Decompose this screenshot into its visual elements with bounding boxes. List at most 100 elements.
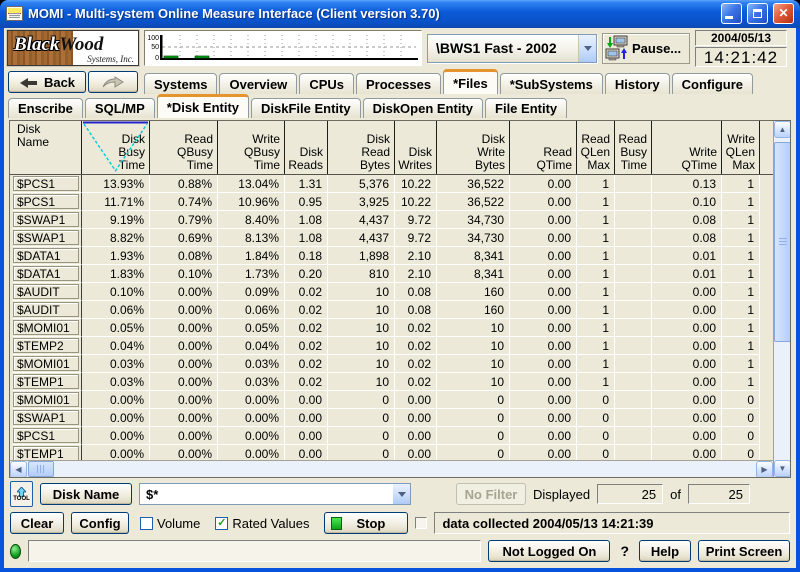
- tab-configure[interactable]: Configure: [672, 73, 753, 94]
- subtab-disk-entity[interactable]: *Disk Entity: [157, 94, 249, 118]
- table-cell: 0.08: [652, 211, 722, 229]
- stop-button[interactable]: Stop: [324, 512, 408, 534]
- column-header-read-qtime[interactable]: ReadQTime: [510, 121, 577, 174]
- table-row[interactable]: $DATA11.93%0.08%1.84%0.181,8982.108,3410…: [13, 247, 773, 265]
- column-select-button[interactable]: Disk Name: [40, 483, 132, 505]
- table-row[interactable]: $AUDIT0.06%0.00%0.06%0.02100.081600.0010…: [13, 301, 773, 319]
- scroll-up-button[interactable]: ▲: [774, 121, 791, 138]
- tab-history[interactable]: History: [605, 73, 670, 94]
- rated-values-checkbox[interactable]: ✓: [215, 517, 228, 530]
- maximize-button[interactable]: [747, 3, 768, 24]
- sub-tab-bar: EnscribeSQL/MP*Disk EntityDiskFile Entit…: [4, 94, 796, 118]
- forward-button[interactable]: [88, 71, 138, 93]
- table-row[interactable]: $SWAP19.19%0.79%8.40%1.084,4379.7234,730…: [13, 211, 773, 229]
- table-row[interactable]: $AUDIT0.10%0.00%0.09%0.02100.081600.0010…: [13, 283, 773, 301]
- horizontal-scroll-track[interactable]: [54, 461, 756, 477]
- clear-button[interactable]: Clear: [10, 512, 64, 534]
- table-cell: 0: [328, 391, 395, 409]
- volume-checkbox[interactable]: [140, 517, 153, 530]
- subtab-diskopen-entity[interactable]: DiskOpen Entity: [363, 98, 483, 118]
- print-screen-button[interactable]: Print Screen: [698, 540, 790, 562]
- column-header-disk-reads[interactable]: DiskReads: [285, 121, 328, 174]
- tab-processes[interactable]: Processes: [356, 73, 441, 94]
- column-header-write-qlen-max[interactable]: WriteQLenMax: [722, 121, 760, 174]
- table-row[interactable]: $MOMI010.05%0.00%0.05%0.02100.02100.0010…: [13, 319, 773, 337]
- status-checkbox[interactable]: [415, 517, 427, 529]
- filter-combo-arrow[interactable]: [393, 484, 410, 504]
- column-header-write-qtime[interactable]: WriteQTime: [652, 121, 722, 174]
- table-cell: 0.00: [652, 319, 722, 337]
- table-cell: 0.00: [395, 445, 437, 460]
- svg-text:50: 50: [151, 44, 159, 51]
- scroll-right-button[interactable]: ▶: [756, 461, 773, 477]
- column-header-disk-name[interactable]: DiskName: [13, 121, 82, 174]
- table-cell: 0.00: [510, 337, 577, 355]
- not-logged-on-button[interactable]: Not Logged On: [488, 540, 610, 562]
- scroll-down-button[interactable]: ▼: [774, 460, 791, 477]
- system-select-arrow[interactable]: [579, 35, 596, 62]
- close-button[interactable]: ✕: [773, 3, 794, 24]
- horizontal-scrollbar[interactable]: ◀ ▶: [10, 460, 773, 477]
- tool-button[interactable]: TOOL: [10, 481, 33, 507]
- column-header-read-qbusy-time[interactable]: ReadQBusyTime: [150, 121, 218, 174]
- system-select-value: \BWS1 Fast - 2002: [428, 35, 579, 62]
- table-cell: 0.02: [285, 319, 328, 337]
- table-row[interactable]: $TEMP10.03%0.00%0.03%0.02100.02100.0010.…: [13, 373, 773, 391]
- table-row[interactable]: $MOMI010.03%0.00%0.03%0.02100.02100.0010…: [13, 355, 773, 373]
- back-arrow-icon: [19, 77, 39, 88]
- table-row[interactable]: $SWAP18.82%0.69%8.13%1.084,4379.7234,730…: [13, 229, 773, 247]
- tab-files[interactable]: *Files: [443, 69, 498, 94]
- config-button[interactable]: Config: [71, 512, 129, 534]
- blackwood-logo: BlackWood Systems, Inc.: [7, 30, 139, 66]
- table-row[interactable]: $SWAP10.00%0.00%0.00%0.0000.0000.0000.00…: [13, 409, 773, 427]
- table-row[interactable]: $PCS113.93%0.88%13.04%1.315,37610.2236,5…: [13, 175, 773, 193]
- help-question-button[interactable]: ?: [617, 543, 632, 559]
- no-filter-button[interactable]: No Filter: [456, 483, 526, 505]
- column-header-text: Time: [119, 159, 145, 172]
- subtab-file-entity[interactable]: File Entity: [485, 98, 567, 118]
- filter-combobox[interactable]: $*: [139, 483, 411, 505]
- column-header-text: Reads: [288, 159, 323, 172]
- subtab-diskfile-entity[interactable]: DiskFile Entity: [251, 98, 361, 118]
- horizontal-scroll-thumb[interactable]: [28, 461, 54, 477]
- column-header-disk-read-bytes[interactable]: DiskReadBytes: [328, 121, 395, 174]
- table-row[interactable]: $PCS10.00%0.00%0.00%0.0000.0000.0000.000: [13, 427, 773, 445]
- table-row[interactable]: $TEMP20.04%0.00%0.04%0.02100.02100.0010.…: [13, 337, 773, 355]
- tab-systems[interactable]: Systems: [144, 73, 217, 94]
- subtab-sql-mp[interactable]: SQL/MP: [85, 98, 155, 118]
- table-cell: [615, 247, 652, 265]
- table-row[interactable]: $MOMI010.00%0.00%0.00%0.0000.0000.0000.0…: [13, 391, 773, 409]
- table-cell: [615, 193, 652, 211]
- column-header-write-qbusy-time[interactable]: WriteQBusyTime: [218, 121, 285, 174]
- table-row[interactable]: $TEMP10.00%0.00%0.00%0.0000.0000.0000.00…: [13, 445, 773, 460]
- column-header-disk-busy-time[interactable]: DiskBusyTime: [82, 121, 150, 174]
- table-cell: [615, 391, 652, 409]
- column-header-disk-write-bytes[interactable]: DiskWriteBytes: [437, 121, 510, 174]
- table-cell: 0: [722, 391, 760, 409]
- table-cell: [615, 175, 652, 193]
- disk-name-cell: $DATA1: [13, 265, 82, 283]
- column-header-disk-writes[interactable]: DiskWrites: [395, 121, 437, 174]
- column-header-read-qlen-max[interactable]: ReadQLenMax: [577, 121, 615, 174]
- table-cell: [615, 355, 652, 373]
- back-button[interactable]: Back: [8, 71, 86, 93]
- column-header-read-busy-time[interactable]: ReadBusyTime: [615, 121, 652, 174]
- table-row[interactable]: $DATA11.83%0.10%1.73%0.208102.108,3410.0…: [13, 265, 773, 283]
- grid-header-row: DiskNameDiskBusyTimeReadQBusyTimeWriteQB…: [10, 121, 773, 175]
- vertical-scroll-thumb[interactable]: [774, 142, 791, 342]
- minimize-button[interactable]: [721, 3, 742, 24]
- system-select[interactable]: \BWS1 Fast - 2002: [427, 34, 597, 63]
- pause-button[interactable]: Pause...: [602, 33, 690, 64]
- tab-overview[interactable]: Overview: [219, 73, 297, 94]
- table-cell: 0.18: [285, 247, 328, 265]
- scroll-left-button[interactable]: ◀: [10, 461, 27, 477]
- vertical-scrollbar[interactable]: ▲ ▼: [773, 121, 790, 477]
- table-cell: 0.08%: [150, 247, 218, 265]
- column-header-text: Writes: [398, 159, 432, 172]
- vertical-scroll-track[interactable]: [774, 138, 790, 460]
- help-button[interactable]: Help: [639, 540, 691, 562]
- tab-subsystems[interactable]: *SubSystems: [500, 73, 603, 94]
- subtab-enscribe[interactable]: Enscribe: [8, 98, 83, 118]
- tab-cpus[interactable]: CPUs: [299, 73, 354, 94]
- table-row[interactable]: $PCS111.71%0.74%10.96%0.953,92510.2236,5…: [13, 193, 773, 211]
